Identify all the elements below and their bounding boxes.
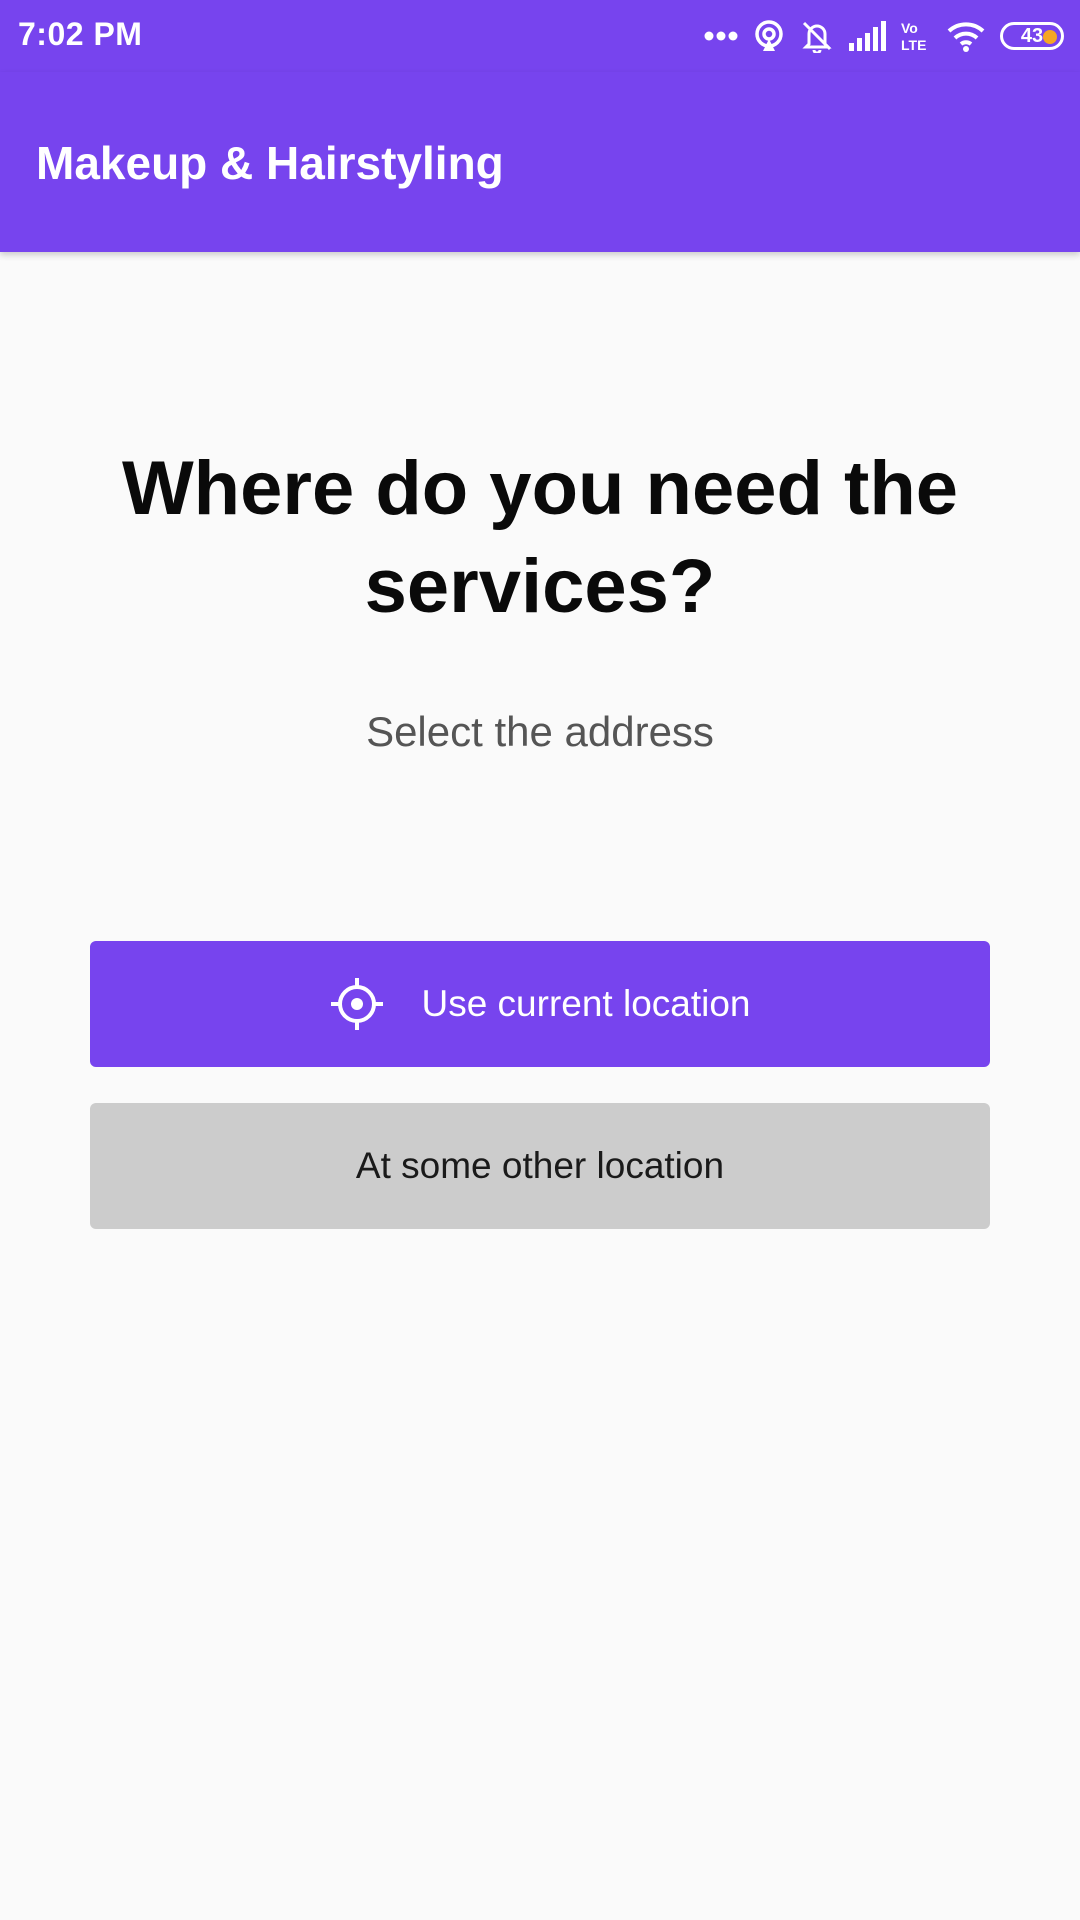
svg-text:Vo: Vo <box>901 20 918 36</box>
battery-level: 43 <box>1020 25 1044 47</box>
signal-icon <box>848 21 886 51</box>
more-dots-icon <box>704 30 738 42</box>
status-time: 7:02 PM <box>18 16 143 52</box>
page-subheading: Select the address <box>366 708 714 755</box>
use-current-location-label: Use current location <box>421 983 751 1024</box>
other-location-label: At some other location <box>355 1145 725 1186</box>
battery-charge-dot <box>1043 30 1057 44</box>
wifi-icon <box>946 20 986 52</box>
other-location-button[interactable]: At some other location <box>90 1103 990 1229</box>
battery-icon: 43 <box>1000 22 1064 50</box>
app-screen: 7:02 PM Vo LTE 43 Makeup & Hairstyling W… <box>0 0 1080 1920</box>
status-bar: 7:02 PM Vo LTE 43 <box>0 0 1080 72</box>
status-icons: Vo LTE 43 <box>704 14 1064 58</box>
hotspot-icon <box>752 19 786 53</box>
location-target-icon <box>329 976 385 1032</box>
app-title: Makeup & Hairstyling <box>36 137 504 189</box>
mute-bell-icon <box>800 19 834 53</box>
use-current-location-button[interactable]: Use current location <box>90 941 990 1067</box>
app-bar: Makeup & Hairstyling <box>0 72 1080 252</box>
page-heading: Where do you need the services? <box>121 446 959 629</box>
svg-text:LTE: LTE <box>901 37 926 53</box>
volte-icon: Vo LTE <box>900 19 932 53</box>
